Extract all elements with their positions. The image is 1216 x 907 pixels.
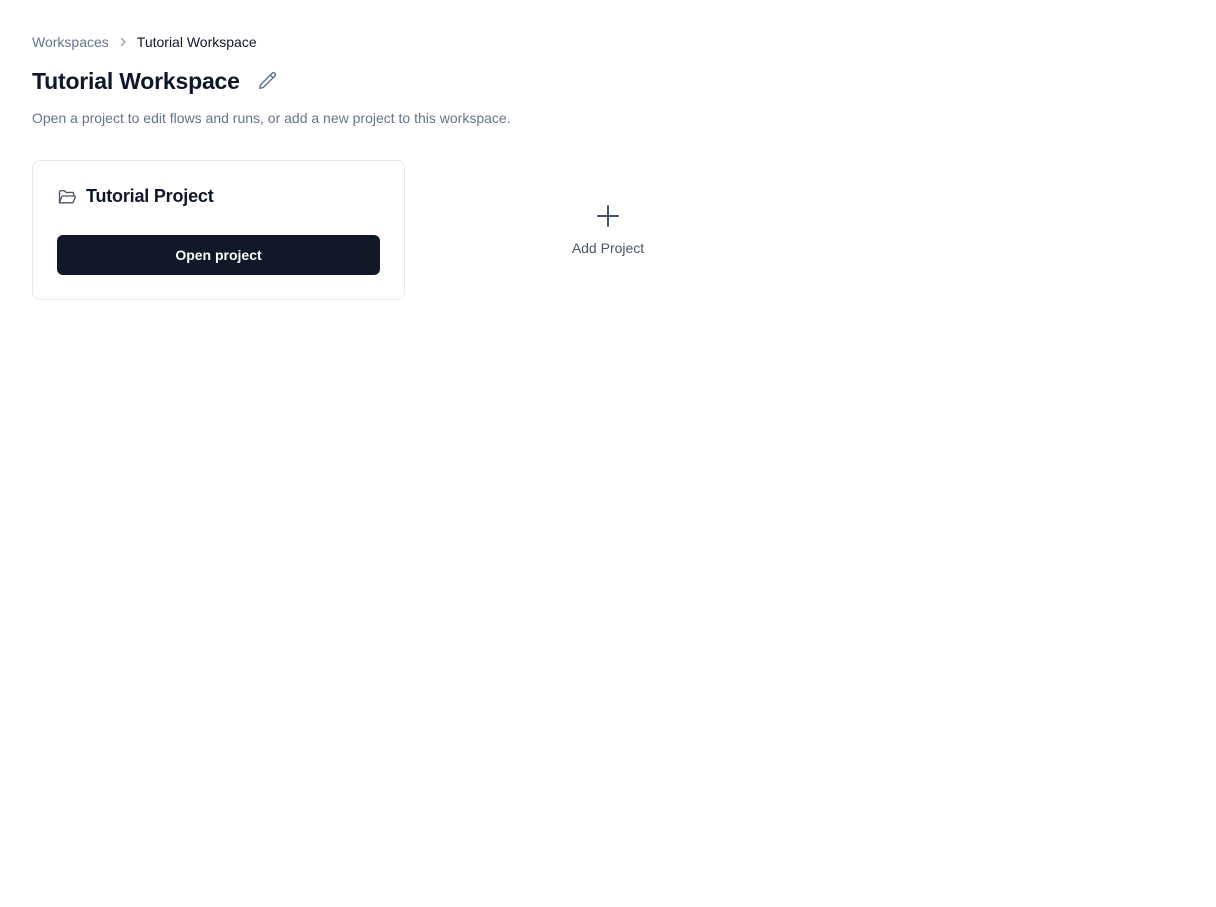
project-card-header: Tutorial Project bbox=[57, 186, 214, 207]
chevron-right-icon bbox=[109, 33, 137, 51]
project-name: Tutorial Project bbox=[86, 186, 214, 206]
add-project-button[interactable]: Add Project bbox=[548, 200, 668, 270]
add-project-label: Add Project bbox=[571, 240, 645, 256]
open-project-button[interactable]: Open project bbox=[57, 235, 380, 275]
project-card: Tutorial Project Open project bbox=[32, 160, 405, 300]
page-subtitle: Open a project to edit flows and runs, o… bbox=[32, 110, 511, 126]
page-header: Tutorial Workspace bbox=[32, 64, 280, 98]
breadcrumb: Workspaces Tutorial Workspace bbox=[32, 33, 257, 51]
breadcrumb-current: Tutorial Workspace bbox=[136, 34, 257, 50]
breadcrumb-workspaces-link[interactable]: Workspaces bbox=[32, 33, 109, 51]
folder-open-icon bbox=[58, 189, 76, 203]
edit-title-button[interactable] bbox=[256, 69, 280, 93]
plus-icon bbox=[597, 205, 619, 227]
page-title: Tutorial Workspace bbox=[32, 67, 240, 94]
pencil-icon bbox=[258, 71, 276, 90]
